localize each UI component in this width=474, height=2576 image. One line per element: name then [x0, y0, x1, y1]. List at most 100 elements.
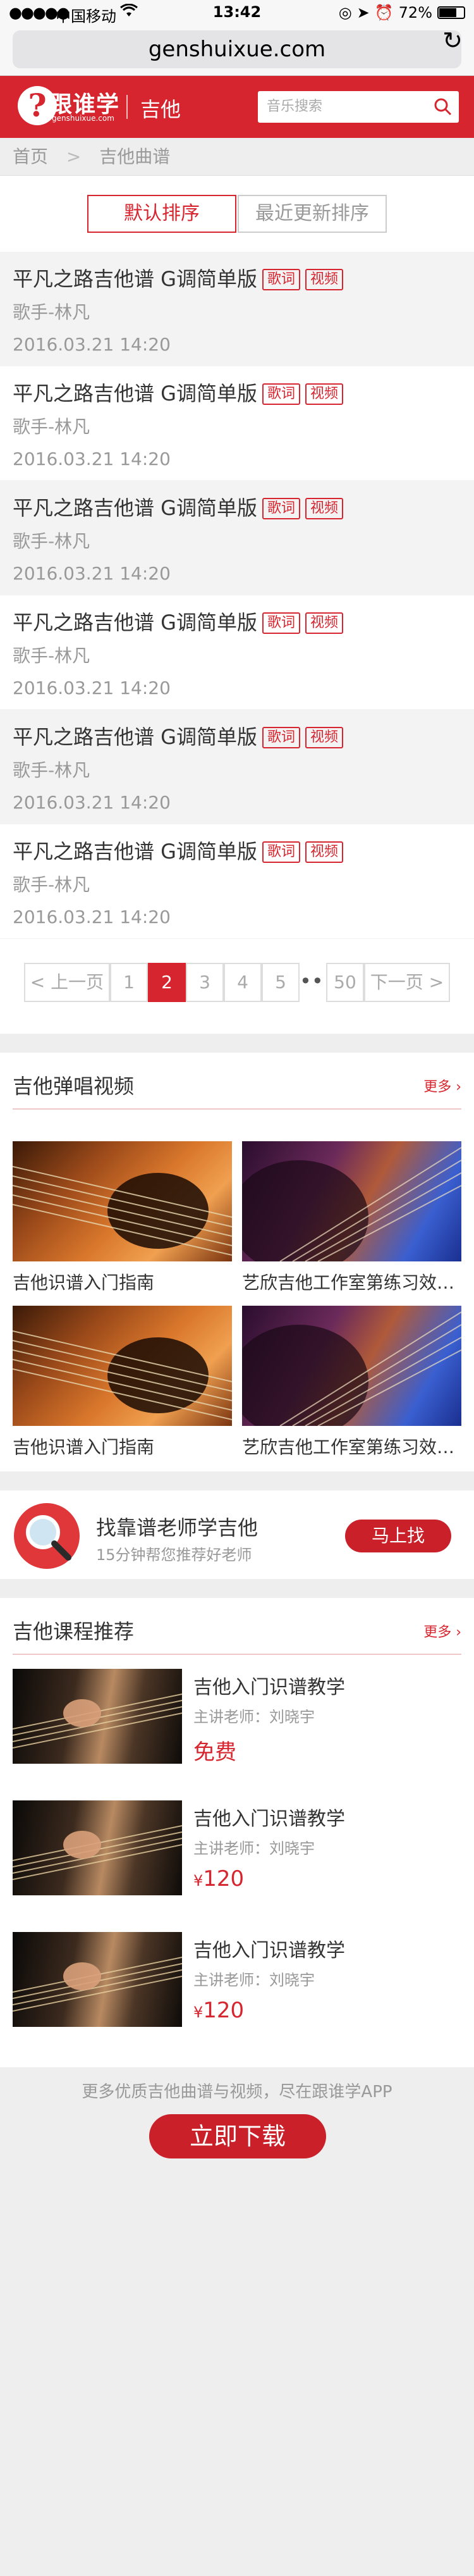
video-card[interactable]: 艺欣吉他工作室第练习效果展示: [242, 1141, 461, 1294]
video-title[interactable]: 艺欣吉他工作室第练习效果展示: [242, 1269, 461, 1294]
page-button[interactable]: 3: [186, 963, 224, 1002]
course-thumbnail[interactable]: [13, 1669, 182, 1764]
video-card[interactable]: 吉他识谱入门指南: [13, 1141, 232, 1294]
lyrics-badge: 歌词: [262, 841, 300, 863]
video-title[interactable]: 吉他识谱入门指南: [13, 1269, 232, 1294]
chevron-right-icon: >: [66, 146, 82, 167]
list-item[interactable]: 平凡之路吉他谱 G调简单版 歌词 视频 歌手-林凡 2016.03.21 14:20: [0, 366, 474, 481]
site-header: ? 跟谁学 genshuixue.com 吉他 音乐搜索: [0, 76, 474, 138]
prev-page-button[interactable]: < 上一页: [24, 963, 110, 1002]
download-button[interactable]: 立即下载: [149, 2114, 326, 2158]
find-now-button[interactable]: 马上找: [345, 1520, 451, 1552]
course-price: 免费: [193, 1740, 236, 1765]
more-link[interactable]: 更多 ›: [423, 1621, 461, 1641]
singer: 歌手-林凡: [13, 874, 90, 895]
lyrics-badge: 歌词: [262, 269, 300, 290]
video-thumbnail[interactable]: [13, 1306, 232, 1426]
course-teacher: 主讲老师：刘晓宇: [193, 1840, 315, 1857]
course-card[interactable]: 吉他入门识谱教学 主讲老师：刘晓宇 ¥120: [13, 1932, 461, 2040]
breadcrumb: 首页 > 吉他曲谱: [0, 138, 474, 176]
section-gap: [0, 1034, 474, 1053]
videos-section: 吉他弹唱视频 更多 › 吉他识谱入门指南 艺欣吉他工作室第练习效果展示 吉他识谱…: [0, 1053, 474, 1471]
lyrics-badge: 歌词: [262, 727, 300, 748]
date: 2016.03.21 14:20: [13, 907, 171, 927]
course-title[interactable]: 吉他入门识谱教学: [193, 1935, 345, 1962]
footer: 更多优质吉他曲谱与视频，尽在跟谁学APP 立即下载: [0, 2067, 474, 2576]
course-price: ¥120: [193, 1866, 245, 1892]
url-field[interactable]: genshuixue.com: [13, 30, 461, 68]
song-title[interactable]: 平凡之路吉他谱 G调简单版: [13, 267, 257, 291]
singer: 歌手-林凡: [13, 302, 90, 323]
page-button[interactable]: 4: [224, 963, 262, 1002]
video-badge: 视频: [305, 727, 344, 748]
search-input[interactable]: 音乐搜索: [267, 91, 322, 123]
course-teacher: 主讲老师：刘晓宇: [193, 1708, 315, 1726]
alarm-icon: ⏰: [374, 4, 394, 22]
magnifier-icon: [14, 1503, 80, 1569]
video-card[interactable]: 艺欣吉他工作室第练习效果展示: [242, 1306, 461, 1459]
video-thumbnail[interactable]: [242, 1141, 461, 1261]
date: 2016.03.21 14:20: [13, 334, 171, 355]
song-title[interactable]: 平凡之路吉他谱 G调简单版: [13, 496, 257, 520]
singer: 歌手-林凡: [13, 760, 90, 781]
course-card[interactable]: 吉他入门识谱教学 主讲老师：刘晓宇 免费: [13, 1669, 461, 1776]
reload-icon[interactable]: ↻: [442, 27, 463, 54]
singer: 歌手-林凡: [13, 416, 90, 437]
lyrics-badge: 歌词: [262, 383, 300, 405]
next-page-button[interactable]: 下一页 >: [364, 963, 450, 1002]
list-item[interactable]: 平凡之路吉他谱 G调简单版 歌词 视频 歌手-林凡 2016.03.21 14:20: [0, 824, 474, 939]
song-list: 平凡之路吉他谱 G调简单版 歌词 视频 歌手-林凡 2016.03.21 14:20…: [0, 252, 474, 939]
singer: 歌手-林凡: [13, 645, 90, 666]
date: 2016.03.21 14:20: [13, 449, 171, 469]
course-title[interactable]: 吉他入门识谱教学: [193, 1671, 345, 1699]
video-thumbnail[interactable]: [13, 1141, 232, 1261]
search-box[interactable]: 音乐搜索: [258, 91, 459, 123]
list-item[interactable]: 平凡之路吉他谱 G调简单版 歌词 视频 歌手-林凡 2016.03.21 14:20: [0, 252, 474, 366]
page-button-last[interactable]: 50: [326, 963, 364, 1002]
lock-rotation-icon: ◎: [338, 4, 352, 22]
location-icon: ➤: [356, 4, 370, 22]
banner-subtitle: 15分钟帮您推荐好老师: [96, 1546, 252, 1564]
song-title[interactable]: 平凡之路吉他谱 G调简单版: [13, 381, 257, 406]
tab-recent-sort[interactable]: 最近更新排序: [238, 195, 387, 233]
browser-address-bar: genshuixue.com ↻: [0, 25, 474, 76]
banner-title: 找靠谱老师学吉他: [96, 1516, 258, 1540]
logo-subtext: genshuixue.com: [52, 114, 114, 123]
list-item[interactable]: 平凡之路吉他谱 G调简单版 歌词 视频 歌手-林凡 2016.03.21 14:20: [0, 595, 474, 710]
song-title[interactable]: 平凡之路吉他谱 G调简单版: [13, 610, 257, 635]
course-thumbnail[interactable]: [13, 1932, 182, 2027]
courses-section: 吉他课程推荐 更多 › 吉他入门识谱教学 主讲老师：刘晓宇 免费 吉他入门识谱教…: [0, 1598, 474, 2067]
breadcrumb-current: 吉他曲谱: [99, 146, 171, 167]
sort-bar: 默认排序 最近更新排序: [0, 176, 474, 252]
search-icon[interactable]: [434, 97, 453, 116]
video-thumbnail[interactable]: [242, 1306, 461, 1426]
header-divider: [126, 95, 128, 119]
course-title[interactable]: 吉他入门识谱教学: [193, 1803, 345, 1831]
section-gap: [0, 1471, 474, 1490]
song-title[interactable]: 平凡之路吉他谱 G调简单版: [13, 839, 257, 864]
video-badge: 视频: [305, 383, 344, 405]
video-card[interactable]: 吉他识谱入门指南: [13, 1306, 232, 1459]
course-card[interactable]: 吉他入门识谱教学 主讲老师：刘晓宇 ¥120: [13, 1800, 461, 1908]
list-item[interactable]: 平凡之路吉他谱 G调简单版 歌词 视频 歌手-林凡 2016.03.21 14:20: [0, 710, 474, 824]
video-title[interactable]: 艺欣吉他工作室第练习效果展示: [242, 1434, 461, 1459]
more-link[interactable]: 更多 ›: [423, 1075, 461, 1096]
category-title: 吉他: [140, 97, 181, 121]
course-thumbnail[interactable]: [13, 1800, 182, 1895]
find-teacher-banner: 找靠谱老师学吉他 15分钟帮您推荐好老师 马上找: [0, 1490, 474, 1579]
breadcrumb-home[interactable]: 首页: [13, 138, 48, 176]
video-badge: 视频: [305, 269, 344, 290]
video-badge: 视频: [305, 612, 344, 634]
battery-percent: 72%: [398, 4, 432, 22]
page-button-current[interactable]: 2: [148, 963, 186, 1002]
tab-default-sort[interactable]: 默认排序: [87, 195, 236, 233]
date: 2016.03.21 14:20: [13, 678, 171, 698]
video-title[interactable]: 吉他识谱入门指南: [13, 1434, 232, 1459]
page-button[interactable]: 1: [110, 963, 148, 1002]
page-button[interactable]: 5: [262, 963, 300, 1002]
pagination: < 上一页 1 2 3 4 5 ••• 50 下一页 >: [0, 939, 474, 1034]
song-title[interactable]: 平凡之路吉他谱 G调简单版: [13, 725, 257, 749]
course-price: ¥120: [193, 1998, 245, 2023]
footer-promo-text: 更多优质吉他曲谱与视频，尽在跟谁学APP: [82, 2083, 392, 2102]
list-item[interactable]: 平凡之路吉他谱 G调简单版 歌词 视频 歌手-林凡 2016.03.21 14:20: [0, 481, 474, 595]
